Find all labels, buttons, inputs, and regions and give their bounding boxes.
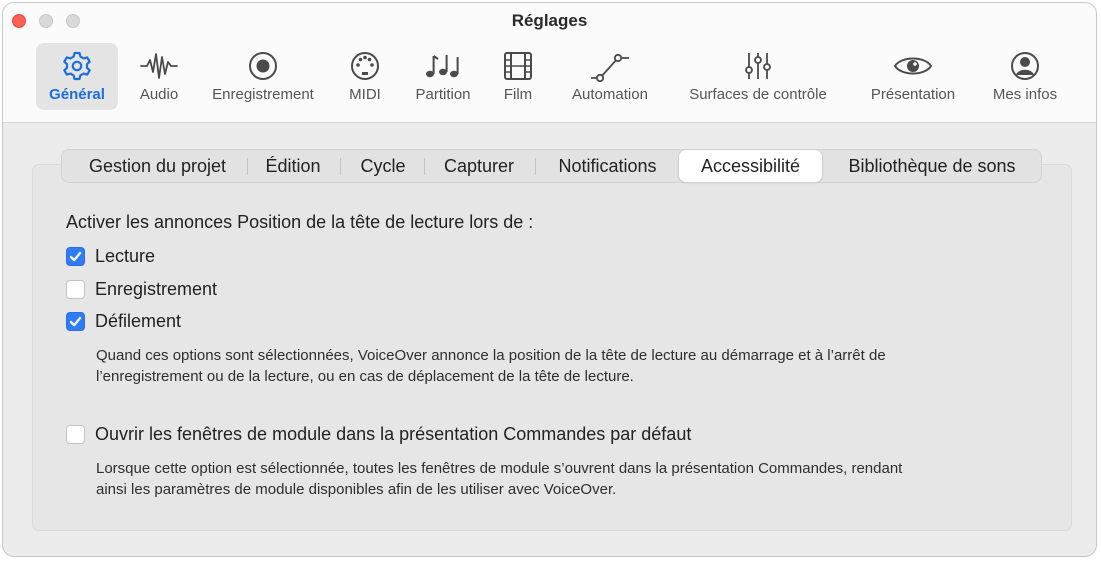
toolbar-label-general: Général bbox=[49, 86, 105, 103]
toolbar-label-my-info: Mes infos bbox=[992, 86, 1058, 103]
tab-separator bbox=[247, 158, 248, 175]
tab-project-management[interactable]: Gestion du projet bbox=[71, 150, 244, 182]
tab-accessibility[interactable]: Accessibilité bbox=[679, 150, 822, 182]
toolbar-item-recording[interactable]: Enregistrement bbox=[201, 43, 325, 110]
tab-separator bbox=[424, 158, 425, 175]
recording-label: Enregistrement bbox=[95, 279, 218, 299]
automation-curve-icon bbox=[588, 49, 632, 83]
toolbar-item-my-info[interactable]: Mes infos bbox=[980, 43, 1070, 110]
description-line: ainsi les paramètres de module disponibl… bbox=[96, 481, 617, 498]
scrolling-checkbox[interactable] bbox=[66, 312, 85, 331]
window-title: Réglages bbox=[511, 11, 588, 30]
waveform-icon bbox=[139, 49, 179, 83]
checkmark-icon bbox=[69, 316, 82, 327]
playhead-options-description: Quand ces options sont sélectionnées, Vo… bbox=[96, 345, 1056, 387]
toolbar-item-control-surfaces[interactable]: Surfaces de contrôle bbox=[673, 43, 843, 110]
description-line: Quand ces options sont sélectionnées, Vo… bbox=[96, 347, 886, 364]
toolbar-label-automation: Automation bbox=[572, 86, 648, 103]
toolbar-item-film[interactable]: Film bbox=[493, 43, 543, 110]
toolbar-label-control-surfaces: Surfaces de contrôle bbox=[689, 86, 827, 103]
sliders-icon bbox=[741, 49, 775, 83]
toolbar-item-display[interactable]: Présentation bbox=[858, 43, 968, 110]
record-icon bbox=[246, 49, 280, 83]
toolbar-label-midi: MIDI bbox=[349, 86, 381, 103]
playhead-announcements-heading: Activer les annonces Position de la tête… bbox=[66, 212, 534, 232]
toolbar-item-automation[interactable]: Automation bbox=[560, 43, 660, 110]
recording-checkbox[interactable] bbox=[66, 280, 85, 299]
midi-port-icon bbox=[348, 49, 382, 83]
toolbar-item-general[interactable]: Général bbox=[36, 43, 118, 110]
tab-editing[interactable]: Édition bbox=[253, 150, 333, 182]
tab-sound-library[interactable]: Bibliothèque de sons bbox=[829, 150, 1035, 182]
playback-option[interactable]: Lecture bbox=[66, 246, 155, 267]
toolbar-label-score: Partition bbox=[415, 86, 471, 103]
plugin-controls-label: Ouvrir les fenêtres de module dans la pr… bbox=[95, 424, 692, 444]
plugin-controls-option[interactable]: Ouvrir les fenêtres de module dans la pr… bbox=[66, 424, 691, 445]
plugin-controls-description: Lorsque cette option est sélectionnée, t… bbox=[96, 458, 1056, 500]
description-line: l’enregistrement ou de la lecture, ou en… bbox=[96, 368, 634, 385]
checkmark-icon bbox=[69, 251, 82, 262]
toolbar-label-film: Film bbox=[503, 86, 533, 103]
toolbar: Réglages Général Audio Enregistrement MI… bbox=[3, 3, 1096, 123]
tab-cycle[interactable]: Cycle bbox=[347, 150, 419, 182]
tab-separator bbox=[340, 158, 341, 175]
tab-capture[interactable]: Capturer bbox=[429, 150, 529, 182]
toolbar-label-recording: Enregistrement bbox=[212, 86, 314, 103]
music-notes-icon bbox=[423, 49, 463, 83]
preferences-window: Réglages Général Audio Enregistrement MI… bbox=[2, 2, 1097, 557]
toolbar-label-display: Présentation bbox=[870, 86, 956, 103]
playback-label: Lecture bbox=[95, 246, 156, 266]
recording-option[interactable]: Enregistrement bbox=[66, 279, 217, 300]
film-icon bbox=[501, 49, 535, 83]
tab-notifications[interactable]: Notifications bbox=[541, 150, 674, 182]
scrolling-label: Défilement bbox=[95, 311, 182, 331]
scrolling-option[interactable]: Défilement bbox=[66, 311, 181, 332]
tab-separator bbox=[535, 158, 536, 175]
plugin-controls-checkbox[interactable] bbox=[66, 425, 85, 444]
description-line: Lorsque cette option est sélectionnée, t… bbox=[96, 460, 903, 477]
toolbar-item-midi[interactable]: MIDI bbox=[337, 43, 393, 110]
eye-icon bbox=[893, 49, 933, 83]
gear-icon bbox=[60, 49, 94, 83]
toolbar-item-score[interactable]: Partition bbox=[403, 43, 483, 110]
toolbar-item-audio[interactable]: Audio bbox=[129, 43, 189, 110]
toolbar-label-audio: Audio bbox=[139, 86, 179, 103]
person-icon bbox=[1008, 49, 1042, 83]
playback-checkbox[interactable] bbox=[66, 247, 85, 266]
